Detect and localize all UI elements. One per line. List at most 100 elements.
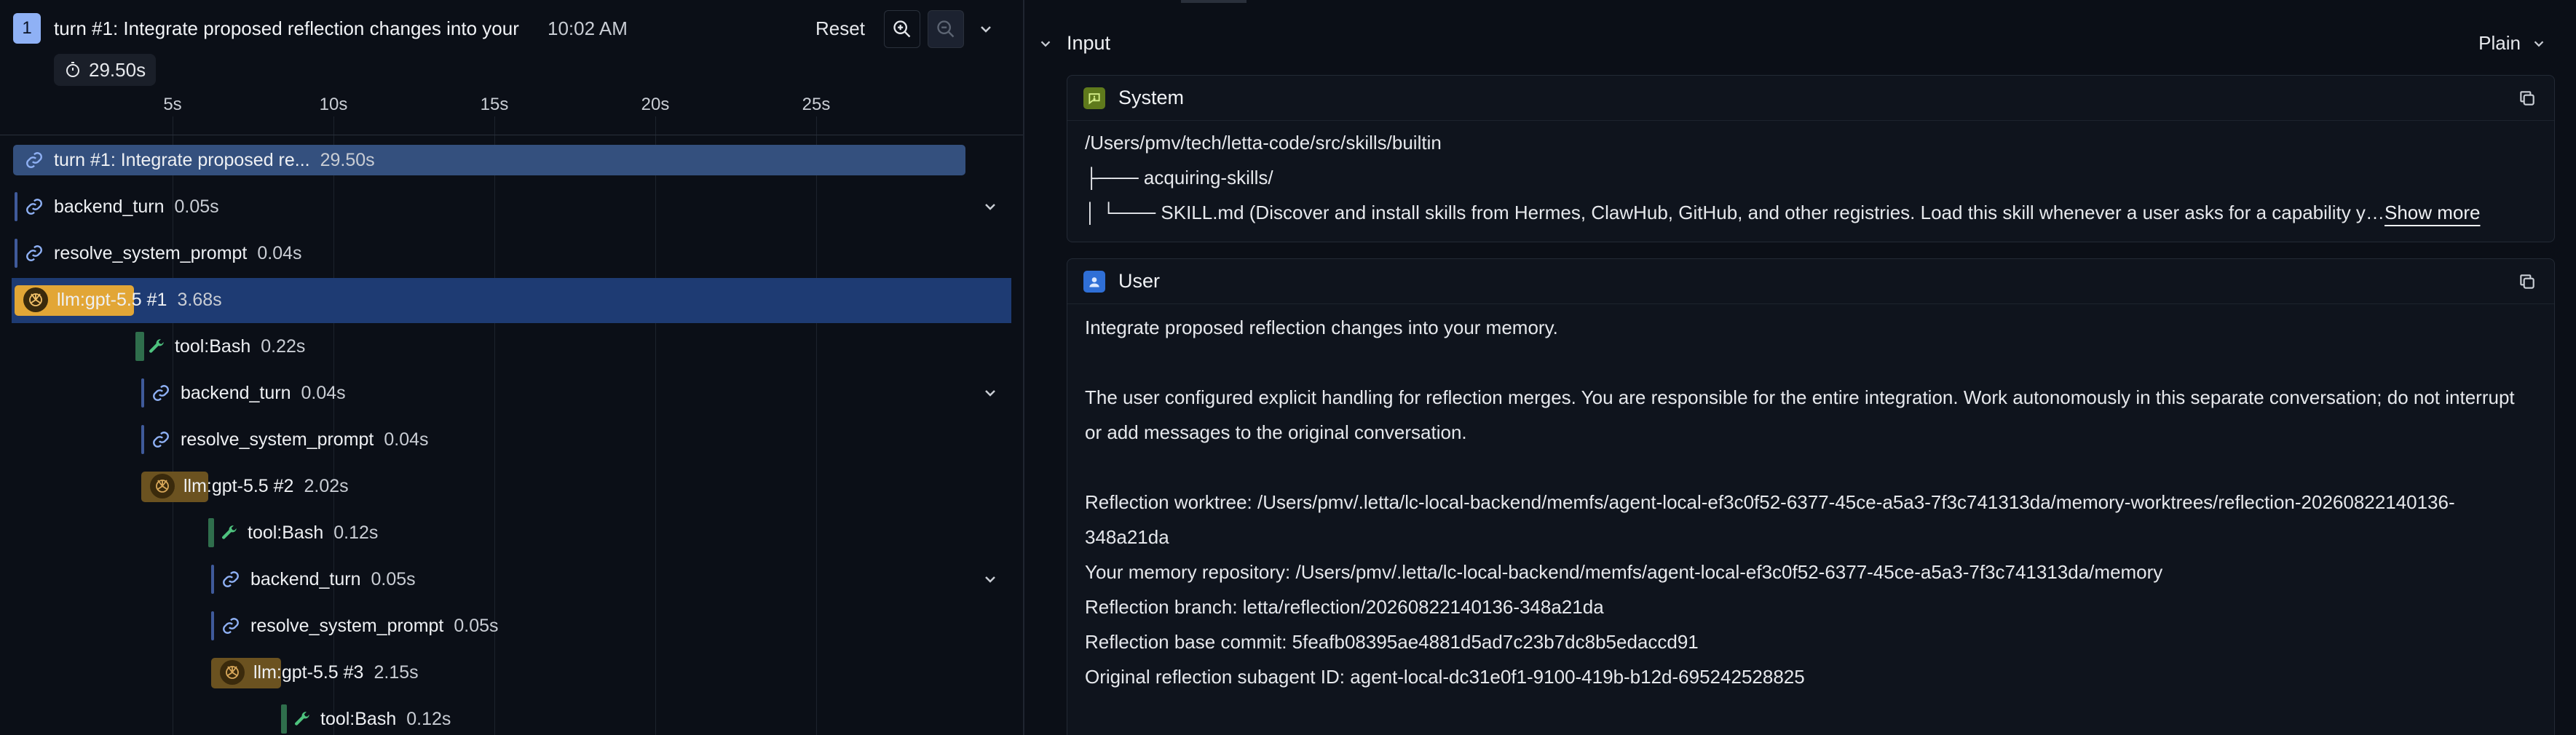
span-marker xyxy=(211,611,214,640)
span-name: backend_turn xyxy=(250,568,361,589)
input-panel: Input Plain System /Users/pmv/tech/letta… xyxy=(1024,0,2576,735)
link-icon xyxy=(223,618,239,634)
span-duration: 29.50s xyxy=(320,149,375,170)
axis-tick-label: 15s xyxy=(480,95,509,114)
tool-span-bar[interactable] xyxy=(208,518,214,547)
span-name: turn #1: Integrate proposed re... xyxy=(54,149,310,170)
span-row-resolve-system-prompt[interactable]: resolve_system_prompt 0.04s xyxy=(151,424,429,456)
span-row-llm-3[interactable]: llm:gpt-5.5 #3 2.15s xyxy=(220,656,419,688)
system-line: ├─── acquiring-skills/ xyxy=(1085,167,1273,188)
span-duration: 0.04s xyxy=(257,242,302,263)
user-icon xyxy=(1083,270,1105,293)
zoom-in-button[interactable] xyxy=(884,10,920,48)
span-row-llm-1[interactable]: llm:gpt-5.5 #1 3.68s xyxy=(23,284,222,316)
tool-span-bar[interactable] xyxy=(135,332,144,361)
zoom-out-button[interactable] xyxy=(928,10,964,48)
chevron-down-icon xyxy=(985,576,995,583)
span-row-llm-2[interactable]: llm:gpt-5.5 #2 2.02s xyxy=(150,470,349,502)
system-message-body: /Users/pmv/tech/letta-code/src/skills/bu… xyxy=(1067,121,2554,230)
user-line: The user configured explicit handling fo… xyxy=(1085,386,2515,408)
span-marker xyxy=(141,425,144,454)
axis-tick-label: 20s xyxy=(641,95,670,114)
span-marker xyxy=(211,565,214,594)
span-name: llm:gpt-5.5 #3 xyxy=(253,662,364,683)
expand-span-button[interactable] xyxy=(981,198,999,215)
expand-span-button[interactable] xyxy=(981,384,999,402)
span-row-resolve-system-prompt[interactable]: resolve_system_prompt 0.04s xyxy=(25,237,302,269)
total-duration: 29.50s xyxy=(89,58,146,81)
trace-timeline-panel: 1 turn #1: Integrate proposed reflection… xyxy=(0,0,1023,735)
link-icon xyxy=(223,571,239,587)
span-marker xyxy=(15,239,17,268)
turn-time: 10:02 AM xyxy=(548,17,628,39)
chevron-down-icon xyxy=(985,390,995,397)
span-row-backend-turn[interactable]: backend_turn 0.05s xyxy=(25,191,219,223)
span-row-backend-turn[interactable]: backend_turn 0.04s xyxy=(151,377,346,409)
copy-system-button[interactable] xyxy=(2518,89,2537,113)
wrench-icon xyxy=(149,339,164,353)
span-duration: 0.04s xyxy=(384,429,429,450)
span-name: tool:Bash xyxy=(248,522,324,543)
user-line: Original reflection subagent ID: agent-l… xyxy=(1085,666,1805,688)
copy-icon xyxy=(2520,91,2534,106)
chevron-down-icon xyxy=(2534,40,2544,47)
axis-tick-label: 25s xyxy=(802,95,831,114)
wrench-icon xyxy=(222,525,237,539)
user-line: or add messages to the original conversa… xyxy=(1085,421,1467,443)
span-duration: 0.05s xyxy=(371,568,416,589)
copy-icon xyxy=(2520,274,2534,289)
copy-user-button[interactable] xyxy=(2518,272,2537,296)
system-message-icon xyxy=(1083,87,1105,109)
user-message-card: User Integrate proposed reflection chang… xyxy=(1067,258,2555,735)
span-name: tool:Bash xyxy=(320,708,397,729)
span-row-backend-turn[interactable]: backend_turn 0.05s xyxy=(221,563,416,595)
grid-line xyxy=(494,116,495,735)
span-row-turn[interactable]: turn #1: Integrate proposed re... 29.50s xyxy=(25,144,375,176)
user-message-body: Integrate proposed reflection changes in… xyxy=(1067,304,2554,694)
input-section-toggle[interactable]: Input xyxy=(1038,32,1110,55)
span-name: llm:gpt-5.5 #1 xyxy=(57,289,167,310)
chevron-down-icon xyxy=(1040,40,1051,47)
zoom-out-icon xyxy=(937,20,955,38)
tool-span-bar[interactable] xyxy=(281,704,287,734)
span-row-tool-bash-2[interactable]: tool:Bash 0.12s xyxy=(220,517,378,549)
span-duration: 2.02s xyxy=(304,475,349,496)
span-duration: 3.68s xyxy=(177,289,222,310)
collapse-header-button[interactable] xyxy=(977,20,995,38)
show-more-link[interactable]: Show more xyxy=(2385,195,2481,230)
span-duration: 0.05s xyxy=(454,615,499,636)
span-name: llm:gpt-5.5 #2 xyxy=(183,475,294,496)
user-line: Reflection branch: letta/reflection/2026… xyxy=(1085,596,1604,618)
link-icon xyxy=(26,152,42,168)
total-duration-chip: 29.50s xyxy=(54,54,157,86)
span-row-tool-bash-3[interactable]: tool:Bash 0.12s xyxy=(293,703,451,735)
system-line: │ └─── SKILL.md (Discover and install sk… xyxy=(1085,202,2385,223)
user-message-label: User xyxy=(1118,270,1161,292)
user-line: Integrate proposed reflection changes in… xyxy=(1085,317,1558,338)
link-icon xyxy=(26,245,42,261)
span-name: resolve_system_prompt xyxy=(54,242,248,263)
link-icon xyxy=(153,432,169,448)
link-icon xyxy=(26,199,42,215)
span-marker xyxy=(141,378,144,408)
chevron-down-icon xyxy=(985,204,995,210)
span-duration: 0.12s xyxy=(333,522,379,543)
user-message-header: User xyxy=(1067,259,2554,304)
span-row-tool-bash-1[interactable]: tool:Bash 0.22s xyxy=(147,330,305,362)
tab-indicator xyxy=(1181,0,1246,3)
turn-number-badge: 1 xyxy=(13,13,41,44)
span-name: backend_turn xyxy=(181,382,291,403)
span-duration: 0.12s xyxy=(406,708,451,729)
format-select-value: Plain xyxy=(2478,32,2521,54)
openai-icon xyxy=(23,287,48,312)
openai-icon xyxy=(220,660,245,685)
turn-title: turn #1: Integrate proposed reflection c… xyxy=(54,17,519,39)
stopwatch-icon xyxy=(66,62,79,77)
axis-tick-label: 5s xyxy=(163,95,182,114)
format-select[interactable]: Plain xyxy=(2478,32,2547,55)
chevron-down-icon xyxy=(981,26,991,33)
span-duration: 0.04s xyxy=(301,382,346,403)
reset-button[interactable]: Reset xyxy=(815,17,865,40)
expand-span-button[interactable] xyxy=(981,571,999,588)
span-row-resolve-system-prompt[interactable]: resolve_system_prompt 0.05s xyxy=(221,610,499,642)
